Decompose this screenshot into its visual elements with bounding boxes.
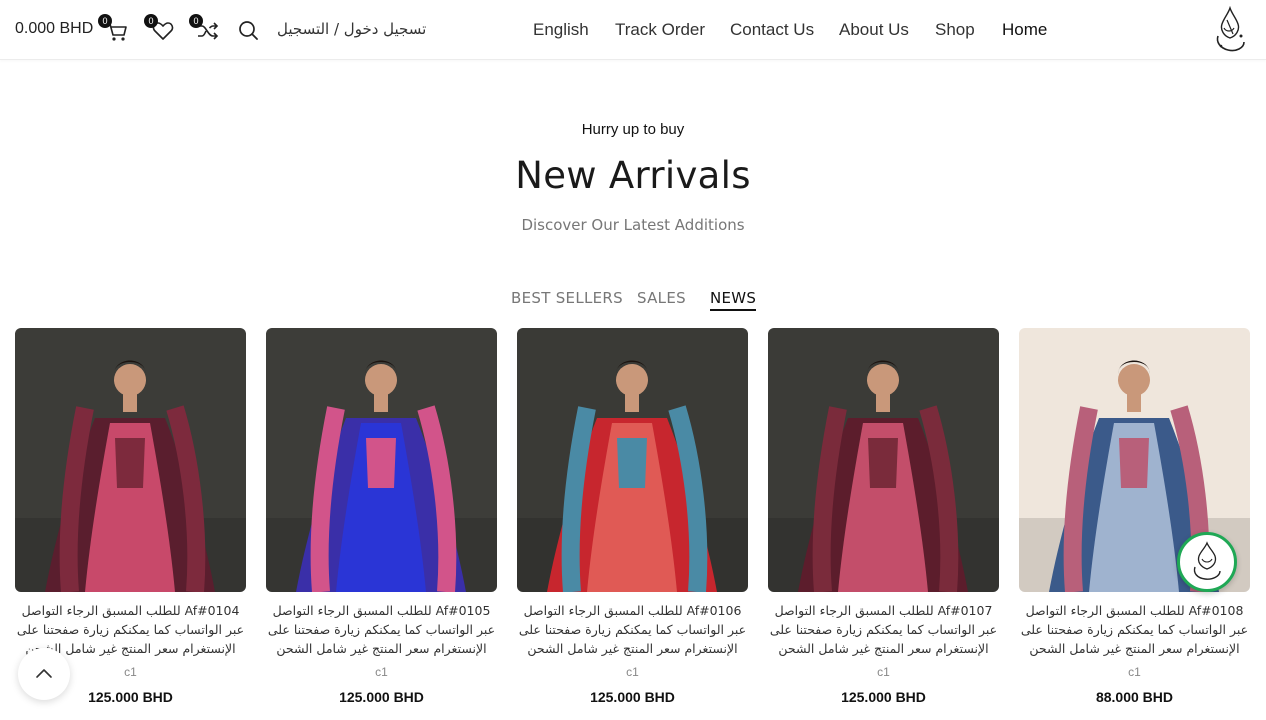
- product-card[interactable]: Af#0107 للطلب المسبق الرجاء التواصل عبر …: [768, 328, 999, 705]
- product-category[interactable]: c1: [768, 665, 999, 679]
- section-title: New Arrivals: [515, 154, 751, 197]
- section-subtitle: Discover Our Latest Additions: [521, 216, 745, 234]
- compare-count-badge: 0: [189, 14, 203, 28]
- product-image[interactable]: [15, 328, 246, 592]
- section-kicker: Hurry up to buy: [581, 121, 685, 138]
- nav-contact-us[interactable]: Contact Us: [730, 20, 814, 40]
- nav-home[interactable]: Home: [1002, 20, 1047, 40]
- site-header: 0.000 BHD 0 0 0 تسجيل دخول / التسجيل Eng…: [0, 0, 1266, 60]
- product-description[interactable]: Af#0108 للطلب المسبق الرجاء التواصل عبر …: [1019, 601, 1250, 658]
- product-card[interactable]: Af#0105 للطلب المسبق الرجاء التواصل عبر …: [266, 328, 497, 705]
- nav-shop[interactable]: Shop: [935, 20, 975, 40]
- site-logo[interactable]: [1210, 5, 1250, 54]
- cart-button[interactable]: 0: [98, 14, 130, 44]
- nav-english[interactable]: English: [533, 20, 589, 40]
- logo-icon: [1193, 541, 1221, 580]
- product-card[interactable]: Af#0106 للطلب المسبق الرجاء التواصل عبر …: [517, 328, 748, 705]
- search-icon: [239, 21, 258, 40]
- product-description[interactable]: Af#0106 للطلب المسبق الرجاء التواصل عبر …: [517, 601, 748, 658]
- wishlist-button[interactable]: 0: [144, 14, 176, 44]
- cart-total[interactable]: 0.000 BHD: [15, 20, 93, 38]
- tab-news[interactable]: NEWS: [710, 289, 757, 311]
- tab-sales[interactable]: SALES: [637, 289, 686, 307]
- cart-count-badge: 0: [98, 14, 112, 28]
- product-image[interactable]: [517, 328, 748, 592]
- compare-button[interactable]: 0: [189, 14, 221, 44]
- nav-track-order[interactable]: Track Order: [615, 20, 705, 40]
- product-price: 125.000 BHD: [841, 689, 926, 705]
- product-image[interactable]: [768, 328, 999, 592]
- product-price: 88.000 BHD: [1095, 689, 1174, 705]
- nav-about-us[interactable]: About Us: [839, 20, 909, 40]
- product-image[interactable]: [266, 328, 497, 592]
- wishlist-count-badge: 0: [144, 14, 158, 28]
- tab-best-sellers[interactable]: BEST SELLERS: [511, 289, 623, 307]
- chevron-up-icon: [36, 669, 52, 678]
- product-price: 125.000 BHD: [339, 689, 424, 705]
- product-description[interactable]: Af#0107 للطلب المسبق الرجاء التواصل عبر …: [768, 601, 999, 658]
- whatsapp-chat-button[interactable]: [1177, 532, 1237, 592]
- product-category[interactable]: c1: [266, 665, 497, 679]
- logo-icon: [1216, 5, 1245, 52]
- product-card[interactable]: Af#0108 للطلب المسبق الرجاء التواصل عبر …: [1019, 328, 1250, 705]
- search-button[interactable]: [236, 18, 262, 44]
- product-category[interactable]: c1: [517, 665, 748, 679]
- scroll-to-top-button[interactable]: [18, 648, 70, 700]
- login-register-link[interactable]: تسجيل دخول / التسجيل: [277, 20, 426, 38]
- product-price: 125.000 BHD: [590, 689, 675, 705]
- product-category[interactable]: c1: [1019, 665, 1250, 679]
- product-description[interactable]: Af#0105 للطلب المسبق الرجاء التواصل عبر …: [266, 601, 497, 658]
